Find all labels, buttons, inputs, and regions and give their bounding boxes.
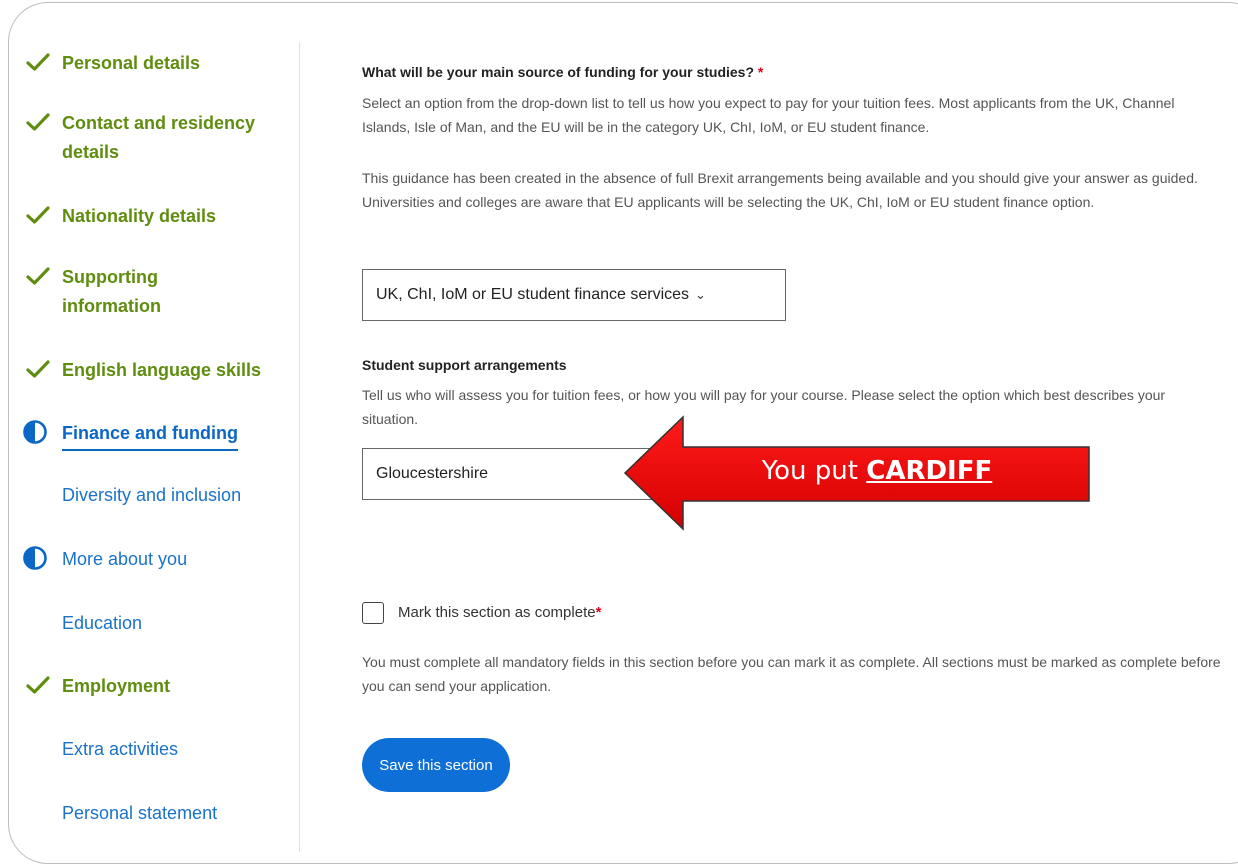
funding-question-label: What will be your main source of funding…	[362, 64, 763, 80]
sidebar-item-supporting-information[interactable]: Supporting information	[26, 263, 202, 321]
funding-selected-value: UK, ChI, IoM or EU student finance servi…	[376, 286, 690, 303]
sidebar-item-label: Finance and funding	[62, 419, 238, 451]
sidebar-item-personal-details[interactable]: Personal details	[26, 49, 200, 78]
sidebar-item-contact-residency[interactable]: Contact and residency details	[26, 109, 272, 167]
complete-checkbox-label: Mark this section as complete*	[398, 604, 601, 621]
chevron-down-icon: ⌄	[695, 287, 706, 302]
check-icon	[26, 49, 62, 75]
sidebar-item-diversity-inclusion[interactable]: Diversity and inclusion	[26, 481, 241, 510]
sidebar-item-label: Diversity and inclusion	[62, 485, 242, 505]
check-icon	[26, 263, 62, 289]
sidebar-divider	[299, 42, 300, 852]
sidebar-item-english-language[interactable]: English language skills	[26, 356, 261, 385]
complete-help-text: You must complete all mandatory fields i…	[362, 654, 1221, 694]
required-marker: *	[757, 64, 764, 80]
sidebar-item-label: Personal statement	[62, 803, 218, 823]
sidebar-item-label: Extra activities	[62, 739, 179, 759]
sidebar-item-personal-statement[interactable]: Personal statement	[26, 799, 217, 828]
sidebar-item-label: Nationality details	[62, 206, 217, 226]
funding-question-text: What will be your main source of funding…	[362, 64, 755, 80]
sidebar-item-label: Supporting information	[62, 267, 161, 316]
half-circle-icon	[22, 419, 62, 445]
support-arrangements-select[interactable]: Gloucestershire	[362, 448, 662, 500]
annotation-prefix: You put	[761, 456, 867, 486]
annotation-highlight: CARDIFF	[866, 456, 993, 486]
annotation-text: You put CARDIFF	[727, 456, 1027, 486]
check-icon	[26, 202, 62, 228]
brexit-guidance-text: This guidance has been created in the ab…	[362, 170, 1198, 210]
section-nav: Personal details Contact and residency d…	[0, 0, 300, 852]
complete-checkbox[interactable]	[362, 602, 384, 624]
sidebar-item-label: Contact and residency details	[62, 113, 256, 162]
half-circle-icon	[22, 545, 62, 571]
save-section-button[interactable]: Save this section	[362, 738, 510, 792]
sidebar-item-label: Personal details	[62, 53, 201, 73]
sidebar-item-employment[interactable]: Employment	[26, 672, 170, 701]
support-selected-value: Gloucestershire	[376, 465, 489, 482]
check-icon	[26, 356, 62, 382]
check-icon	[26, 672, 62, 698]
sidebar-item-label: Education	[62, 613, 143, 633]
required-marker: *	[595, 604, 602, 621]
sidebar-item-finance-funding[interactable]: Finance and funding	[22, 419, 238, 451]
funding-help-text: Select an option from the drop-down list…	[362, 95, 1175, 135]
funding-source-select[interactable]: UK, ChI, IoM or EU student finance servi…	[362, 269, 786, 321]
sidebar-item-education[interactable]: Education	[26, 609, 142, 638]
sidebar-item-label: Employment	[62, 676, 171, 696]
sidebar-item-label: More about you	[62, 549, 188, 569]
support-label: Student support arrangements	[362, 357, 567, 373]
sidebar-item-extra-activities[interactable]: Extra activities	[26, 735, 178, 764]
complete-label-text: Mark this section as complete	[398, 604, 596, 621]
check-icon	[26, 109, 62, 135]
sidebar-item-label: English language skills	[62, 360, 262, 380]
sidebar-item-more-about-you[interactable]: More about you	[22, 545, 187, 574]
sidebar-item-nationality[interactable]: Nationality details	[26, 202, 216, 231]
